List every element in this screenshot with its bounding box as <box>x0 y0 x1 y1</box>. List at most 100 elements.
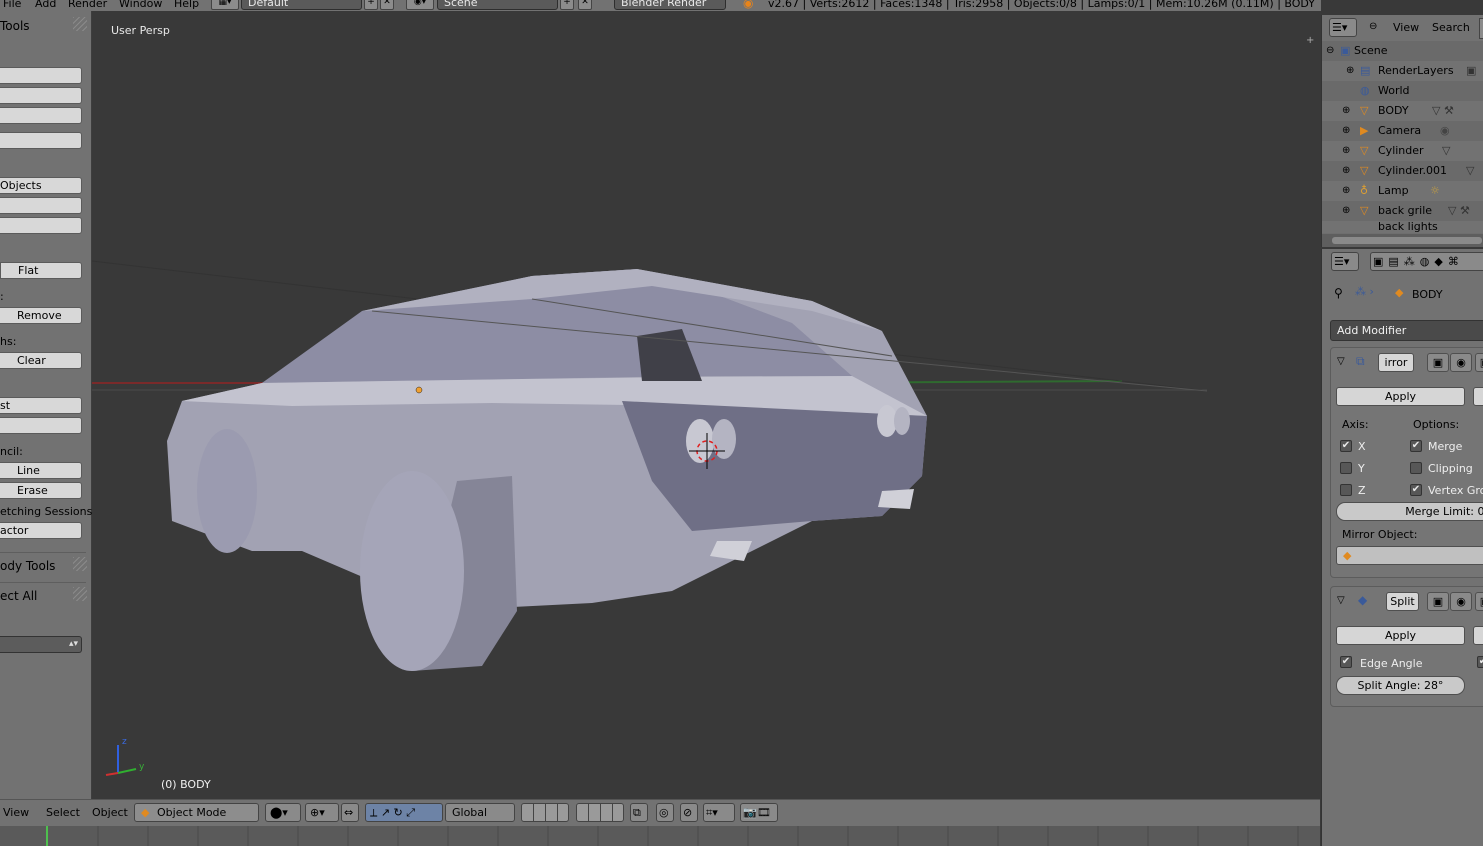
panel-grip-icon[interactable] <box>73 557 87 571</box>
outliner-item-scene[interactable]: ⊖ ▣ Scene <box>1322 41 1483 61</box>
panel-grip-icon[interactable] <box>73 17 87 31</box>
merge-checkbox[interactable]: ✔ <box>1410 440 1422 452</box>
vertex-groups-checkbox[interactable]: ✔ <box>1410 484 1422 496</box>
outliner-item-cylinder[interactable]: ⊕ ▽ Cylinder ▽ <box>1322 141 1483 161</box>
draw-line-button[interactable]: Line <box>0 462 82 479</box>
outliner-item-lamp[interactable]: ⊕ ♁ Lamp ☼ <box>1322 181 1483 201</box>
menu-add[interactable]: Add <box>35 0 56 10</box>
outliner-search-menu[interactable]: Search <box>1432 21 1470 34</box>
remove-layout-icon[interactable]: ✕ <box>380 0 394 10</box>
scrollbar-thumb[interactable] <box>1332 237 1482 244</box>
axis-x-checkbox[interactable]: ✔ <box>1340 440 1352 452</box>
render-toggle-icon[interactable]: ▣ <box>1427 592 1449 611</box>
outliner-item-cylinder-001[interactable]: ⊕ ▽ Cylinder.001 ▽ <box>1322 161 1483 181</box>
panel-grip-icon[interactable] <box>73 587 87 601</box>
orientation-select[interactable]: Global <box>445 803 515 822</box>
outliner-item-world[interactable]: ◍ World <box>1322 81 1483 101</box>
outliner-item-camera[interactable]: ⊕ ▶ Camera ◉ <box>1322 121 1483 141</box>
clear-button[interactable]: Clear <box>0 352 82 369</box>
tool-button-6[interactable] <box>0 197 82 214</box>
sharp-edges-checkbox[interactable]: ✔ <box>1477 656 1483 668</box>
erase-button[interactable]: Erase <box>0 482 82 499</box>
select-all-header[interactable]: ect All <box>0 589 37 603</box>
collapse-arrow-icon[interactable]: ▽ <box>1337 356 1345 367</box>
transform-widget-icons[interactable]: ⟂ ↗ ↻ ⤢ <box>365 803 443 822</box>
timeline-strip[interactable] <box>0 826 1320 846</box>
visibility-toggle-icon[interactable]: ◉ <box>1450 353 1472 372</box>
sketching-sessions-toggle[interactable]: etching Sessions <box>0 505 92 518</box>
editor-type-icon[interactable]: ☰▾ <box>1331 252 1359 271</box>
outliner-scrollbar[interactable] <box>1322 234 1483 247</box>
editor-type-icon[interactable]: ☰▾ <box>1329 18 1357 37</box>
actor-button[interactable]: actor <box>0 522 82 539</box>
tool-button-1[interactable] <box>0 67 82 84</box>
menu-render[interactable]: Render <box>68 0 107 10</box>
menu-file[interactable]: File <box>3 0 21 10</box>
outliner-item-back-lights[interactable]: back lights <box>1322 221 1483 233</box>
shading-flat-button[interactable]: Flat <box>0 262 82 279</box>
split-angle-field[interactable]: Split Angle: 28° <box>1336 676 1465 695</box>
mode-select[interactable]: Object Mode <box>134 803 259 822</box>
panel-dropdown[interactable]: ▴▾ <box>0 636 82 653</box>
clipping-checkbox[interactable] <box>1410 462 1422 474</box>
remove-scene-icon[interactable]: ✕ <box>578 0 592 10</box>
layout-picker-icon[interactable]: ▦▾ <box>211 0 239 10</box>
scene-canvas[interactable] <box>92 11 1320 799</box>
editmode-toggle-icon[interactable]: ▣ <box>1475 353 1483 372</box>
editmode-toggle-icon[interactable]: ▣ <box>1475 592 1483 611</box>
3d-viewport[interactable]: User Persp z y (0) BODY + <box>92 11 1320 799</box>
render-preview-icons[interactable]: 📷🎞 <box>740 803 778 822</box>
menu-view[interactable]: View <box>3 806 29 819</box>
objects-button[interactable]: Objects <box>0 177 82 194</box>
layer-lock-icon[interactable]: ⧉ <box>630 803 648 822</box>
rigid-body-tools-header[interactable]: ody Tools <box>0 559 55 573</box>
proportional-edit-icon[interactable]: ◎ <box>656 803 674 822</box>
menu-help[interactable]: Help <box>174 0 199 10</box>
mirror-apply-button[interactable]: Apply <box>1336 387 1465 406</box>
scene-picker-icon[interactable]: ◉▾ <box>406 0 434 10</box>
split-copy-button[interactable] <box>1473 626 1483 645</box>
axis-y-checkbox[interactable] <box>1340 462 1352 474</box>
collapse-arrow-icon[interactable]: ▽ <box>1337 595 1345 606</box>
display-filter-icon[interactable]: ⊖ <box>1369 21 1377 32</box>
render-toggle-icon[interactable]: ▣ <box>1427 353 1449 372</box>
add-modifier-button[interactable]: Add Modifier <box>1330 320 1483 341</box>
edge-angle-checkbox[interactable]: ✔ <box>1340 656 1352 668</box>
search-input[interactable] <box>1479 18 1483 39</box>
mirror-name-field[interactable]: irror <box>1378 353 1414 372</box>
outliner-view-menu[interactable]: View <box>1393 21 1419 34</box>
layers-grid-2[interactable] <box>576 803 624 822</box>
outliner-item-body[interactable]: ⊕ ▽ BODY ▽ ⚒ <box>1322 101 1483 121</box>
tool-button-12[interactable] <box>0 417 82 434</box>
menu-select[interactable]: Select <box>46 806 80 819</box>
st-button[interactable]: st <box>0 397 82 414</box>
scene-field[interactable]: Scene <box>437 0 558 10</box>
layout-field[interactable]: Default <box>241 0 362 10</box>
tool-button-3[interactable] <box>0 107 82 124</box>
pivot-select[interactable]: ⊕▾ <box>305 803 339 822</box>
remove-button[interactable]: Remove <box>0 307 82 324</box>
visibility-toggle-icon[interactable]: ◉ <box>1450 592 1472 611</box>
menu-object[interactable]: Object <box>92 806 128 819</box>
expand-icon[interactable]: + <box>1306 35 1314 46</box>
menu-window[interactable]: Window <box>119 0 162 10</box>
layers-grid-1[interactable] <box>521 803 569 822</box>
tool-button-7[interactable] <box>0 217 82 234</box>
snap-icon[interactable]: ⌗▾ <box>703 803 735 822</box>
axis-z-checkbox[interactable] <box>1340 484 1352 496</box>
falloff-icon[interactable]: ⊘ <box>680 803 698 822</box>
manipulator-icon[interactable]: ⇔ <box>341 803 359 822</box>
outliner-item-back-grile[interactable]: ⊕ ▽ back grile ▽ ⚒ <box>1322 201 1483 221</box>
add-layout-icon[interactable]: + <box>364 0 378 10</box>
pin-icon[interactable]: ⚲ <box>1334 286 1343 300</box>
split-name-field[interactable]: Split <box>1386 592 1419 611</box>
add-scene-icon[interactable]: + <box>560 0 574 10</box>
split-apply-button[interactable]: Apply <box>1336 626 1465 645</box>
merge-limit-field[interactable]: Merge Limit: 0. <box>1336 502 1483 521</box>
render-engine-select[interactable]: Blender Render <box>614 0 726 10</box>
tool-button-4[interactable] <box>0 132 82 149</box>
mirror-copy-button[interactable] <box>1473 387 1483 406</box>
outliner-item-renderlayers[interactable]: ⊕ ▤ RenderLayers ▣ <box>1322 61 1483 81</box>
tool-button-2[interactable] <box>0 87 82 104</box>
shading-select[interactable]: ⬤▾ <box>265 803 301 822</box>
